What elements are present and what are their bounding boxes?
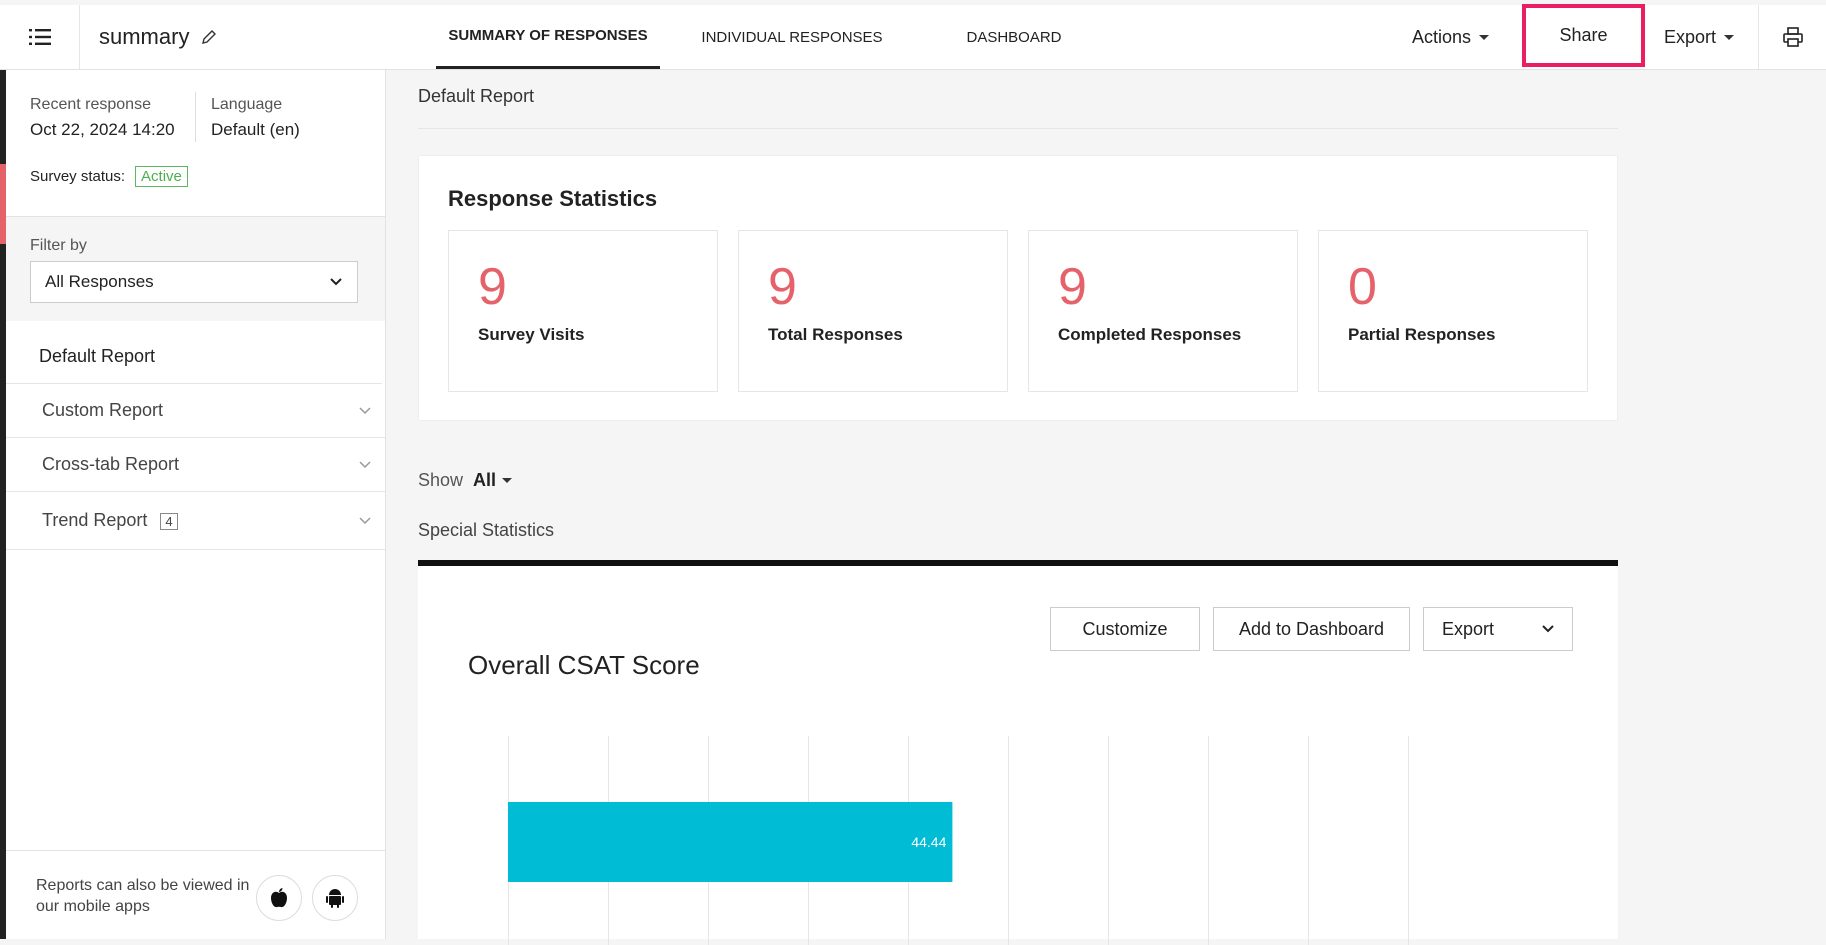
- show-dropdown[interactable]: All: [473, 470, 513, 491]
- sidebar-item-label: Trend Report: [42, 510, 148, 530]
- sidebar: Recent response Oct 22, 2024 14:20 Langu…: [0, 70, 386, 939]
- caret-down-icon: [1724, 34, 1735, 40]
- chart-bar[interactable]: [508, 802, 953, 882]
- recent-response-value: Oct 22, 2024 14:20: [30, 120, 175, 139]
- tab-individual-responses[interactable]: INDIVIDUAL RESPONSES: [660, 5, 924, 69]
- stat-completed-responses: 9 Completed Responses: [1028, 230, 1298, 392]
- sidebar-item-default-report[interactable]: Default Report: [3, 330, 382, 384]
- menu-button[interactable]: [0, 5, 80, 69]
- stat-label: Completed Responses: [1058, 325, 1242, 344]
- share-button[interactable]: Share: [1522, 4, 1645, 67]
- chart-export-dropdown[interactable]: Export: [1423, 607, 1573, 651]
- sidebar-item-label: Default Report: [39, 346, 156, 366]
- actions-label: Actions: [1412, 26, 1472, 47]
- stat-value: 9: [1058, 258, 1087, 316]
- language-label: Language: [211, 96, 283, 113]
- count-badge: 4: [160, 513, 178, 530]
- filter-select[interactable]: All Responses: [30, 261, 358, 303]
- status-badge: Active: [135, 166, 188, 187]
- menu-icon: [28, 29, 51, 45]
- sidebar-item-cross-tab-report[interactable]: Cross-tab Report: [6, 438, 385, 492]
- chevron-down-icon: [359, 516, 371, 524]
- customize-button[interactable]: Customize: [1050, 607, 1200, 651]
- top-bar: summary SUMMARY OF RESPONSES INDIVIDUAL …: [0, 4, 1826, 70]
- stat-total-responses: 9 Total Responses: [738, 230, 1008, 392]
- chevron-down-icon: [359, 460, 371, 468]
- stat-partial-responses: 0 Partial Responses: [1318, 230, 1588, 392]
- tab-summary-of-responses[interactable]: SUMMARY OF RESPONSES: [436, 5, 660, 69]
- sidebar-item-label: Cross-tab Report: [42, 454, 180, 474]
- recent-response-label: Recent response: [30, 96, 151, 113]
- mobile-apps-text: Reports can also be viewed in our mobile…: [36, 877, 250, 915]
- stat-value: 9: [768, 258, 797, 316]
- chevron-down-icon: [359, 406, 371, 414]
- export-menu[interactable]: Export: [1664, 5, 1735, 69]
- export-label: Export: [1664, 26, 1717, 47]
- stat-label: Partial Responses: [1348, 325, 1496, 344]
- filter-label: Filter by: [30, 237, 87, 254]
- stat-survey-visits: 9 Survey Visits: [448, 230, 718, 392]
- export-label: Export: [1442, 618, 1495, 639]
- filter-section: Filter by All Responses: [0, 216, 385, 321]
- android-icon: [326, 889, 344, 908]
- breadcrumb: Default Report: [418, 86, 535, 106]
- pencil-icon[interactable]: [201, 29, 217, 45]
- print-button[interactable]: [1758, 5, 1826, 69]
- csat-chart-card: Overall CSAT Score Customize Add to Dash…: [418, 560, 1618, 945]
- stat-label: Survey Visits: [478, 325, 585, 344]
- stat-value: 9: [478, 258, 507, 316]
- actions-menu[interactable]: Actions: [1412, 5, 1490, 69]
- divider: [195, 92, 196, 142]
- page-title: summary: [99, 24, 190, 49]
- filter-value: All Responses: [45, 272, 154, 291]
- apple-icon: [271, 888, 287, 908]
- mobile-apps-note: Reports can also be viewed in our mobile…: [0, 850, 385, 940]
- ios-app-button[interactable]: [256, 875, 302, 921]
- filter-accent: [0, 164, 6, 244]
- bar-data-label: 44.44: [911, 834, 946, 850]
- show-label: Show: [418, 470, 464, 490]
- survey-status-label: Survey status:: [30, 168, 126, 185]
- add-to-dashboard-button[interactable]: Add to Dashboard: [1213, 607, 1410, 651]
- chart-title: Overall CSAT Score: [468, 650, 700, 680]
- card-title: Response Statistics: [448, 186, 658, 211]
- stat-value: 0: [1348, 258, 1377, 316]
- chevron-down-icon: [330, 278, 342, 286]
- sidebar-item-custom-report[interactable]: Custom Report: [6, 384, 385, 438]
- stat-label: Total Responses: [768, 325, 903, 344]
- sidebar-item-label: Custom Report: [42, 400, 164, 420]
- show-value: All: [473, 470, 497, 490]
- caret-down-icon: [1479, 34, 1490, 40]
- divider: [418, 128, 1618, 129]
- special-statistics-heading: Special Statistics: [418, 520, 555, 540]
- show-filter: Show All: [418, 470, 513, 491]
- language-value: Default (en): [211, 120, 300, 139]
- sidebar-item-trend-report[interactable]: Trend Report 4: [6, 492, 385, 550]
- csat-bar-chart: 44.44: [508, 736, 1409, 945]
- printer-icon: [1782, 27, 1803, 47]
- response-statistics-card: Response Statistics 9 Survey Visits 9 To…: [418, 155, 1618, 421]
- tab-dashboard[interactable]: DASHBOARD: [924, 5, 1104, 69]
- caret-down-icon: [502, 478, 513, 483]
- chevron-down-icon: [1542, 625, 1554, 633]
- android-app-button[interactable]: [312, 875, 358, 921]
